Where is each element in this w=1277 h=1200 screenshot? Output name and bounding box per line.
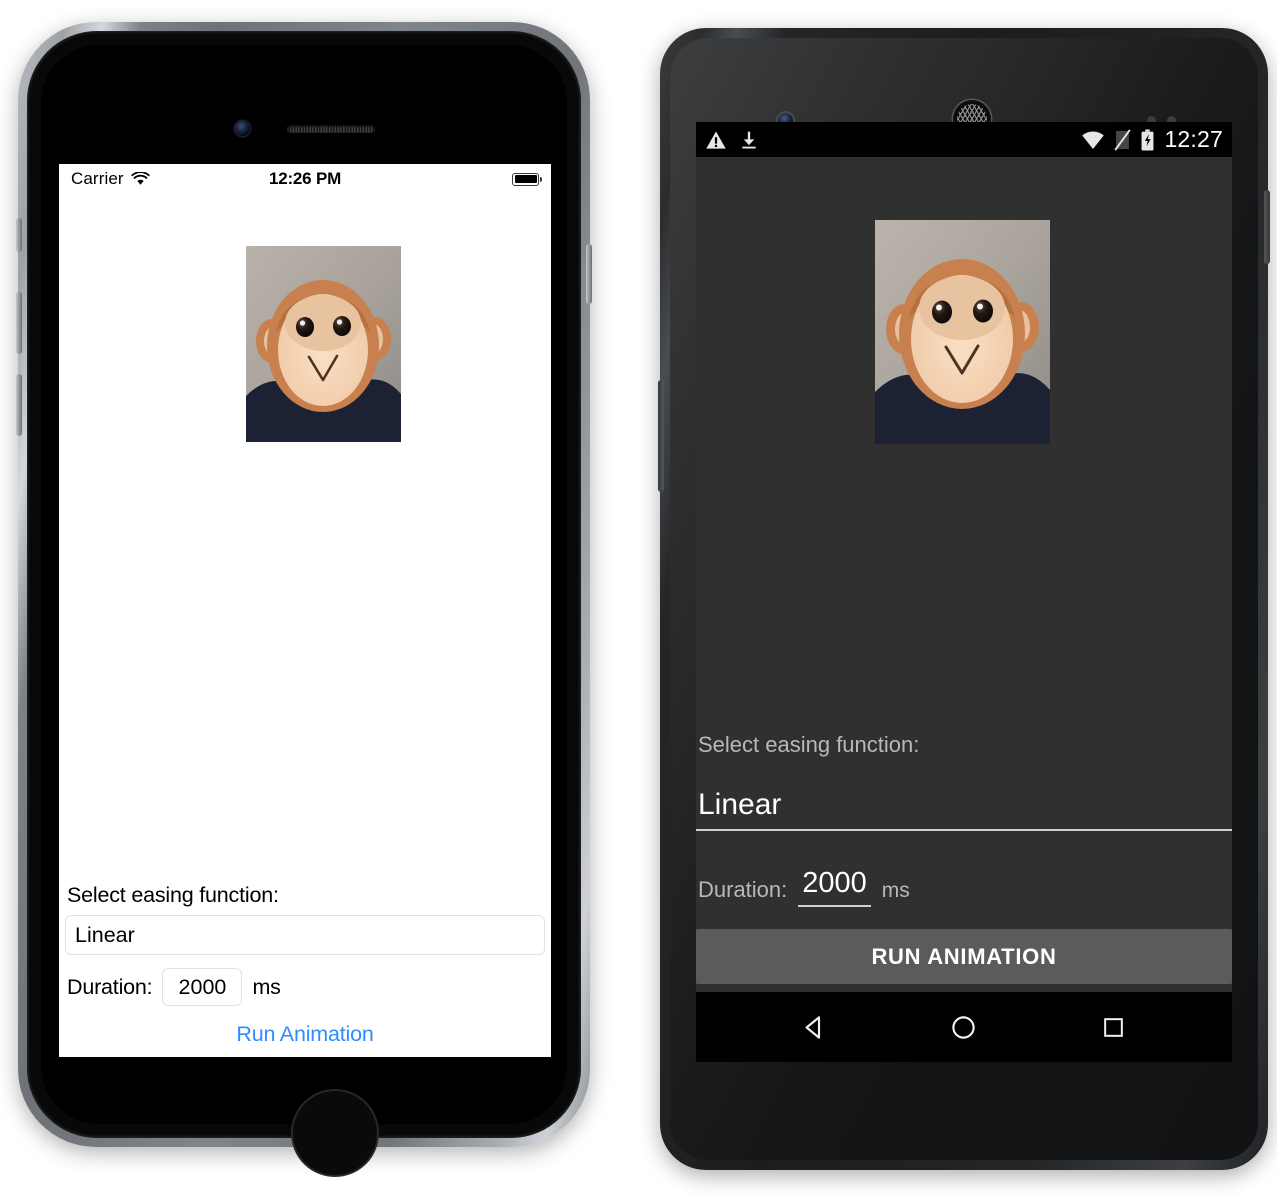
wifi-icon — [1082, 131, 1105, 149]
front-camera-icon — [235, 121, 250, 136]
back-button[interactable] — [795, 1007, 835, 1047]
battery-charging-icon — [1141, 128, 1154, 150]
android-navigation-bar — [696, 992, 1232, 1062]
download-icon — [742, 131, 756, 148]
recents-button[interactable] — [1093, 1007, 1133, 1047]
iphone-volume-down-button[interactable] — [16, 374, 22, 436]
run-animation-button[interactable]: RUN ANIMATION — [696, 929, 1232, 984]
android-status-left — [705, 129, 759, 151]
iphone-mute-switch[interactable] — [16, 218, 22, 252]
ios-content: Select easing function: Linear Duration:… — [59, 194, 551, 1057]
android-power-button[interactable] — [1264, 190, 1270, 264]
easing-function-label: Select easing function: — [698, 732, 920, 757]
no-sim-icon — [1114, 128, 1132, 151]
android-screen: 12:27 Select easing function: Linear Dur… — [696, 122, 1232, 1062]
easing-function-value: Linear — [75, 922, 135, 947]
duration-row: Duration: 2000 ms — [65, 968, 545, 1006]
duration-unit-label: ms — [881, 879, 910, 902]
run-animation-label: RUN ANIMATION — [871, 943, 1057, 969]
duration-unit-label: ms — [252, 974, 281, 999]
android-clock: 12:27 — [1164, 126, 1223, 152]
monkey-photo — [875, 220, 1050, 444]
duration-value: 2000 — [178, 974, 227, 999]
android-content: Select easing function: Linear Duration:… — [696, 157, 1232, 992]
android-status-right: 12:27 — [1081, 126, 1223, 153]
iphone-device-frame: Carrier 12:26 PM Select easing function:… — [16, 22, 592, 1177]
android-status-bar: 12:27 — [696, 122, 1232, 157]
ios-clock: 12:26 PM — [268, 169, 342, 188]
screenshot-stage: Carrier 12:26 PM Select easing function:… — [0, 0, 1277, 1200]
android-controls-panel: Select easing function: Linear Duration:… — [696, 732, 1232, 992]
warning-triangle-icon — [706, 130, 726, 149]
duration-value: 2000 — [802, 867, 867, 899]
easing-function-value: Linear — [698, 788, 782, 821]
iphone-home-button[interactable] — [291, 1089, 379, 1177]
battery-full-icon — [512, 172, 542, 186]
ios-status-right — [512, 172, 542, 186]
easing-function-spinner[interactable]: Linear — [696, 788, 1232, 831]
android-device-frame: 12:27 Select easing function: Linear Dur… — [658, 28, 1270, 1170]
run-animation-button[interactable]: Run Animation — [65, 1022, 545, 1047]
easing-function-input[interactable]: Linear — [65, 915, 545, 955]
earpiece-speaker-icon — [287, 125, 375, 133]
duration-row: Duration: 2000 ms — [696, 867, 1232, 907]
iphone-volume-up-button[interactable] — [16, 292, 22, 354]
ios-screen: Carrier 12:26 PM Select easing function:… — [59, 164, 551, 1057]
duration-input[interactable]: 2000 — [162, 968, 243, 1006]
iphone-power-button[interactable] — [586, 244, 592, 304]
duration-label: Duration: — [698, 877, 788, 902]
duration-input[interactable]: 2000 — [798, 867, 871, 907]
ios-status-bar: Carrier 12:26 PM — [59, 164, 551, 194]
ios-controls-panel: Select easing function: Linear Duration:… — [59, 883, 551, 1057]
home-button[interactable] — [944, 1007, 984, 1047]
easing-function-label: Select easing function: — [67, 883, 279, 907]
android-volume-button[interactable] — [658, 380, 664, 492]
monkey-photo — [246, 246, 401, 442]
duration-label: Duration: — [67, 974, 153, 999]
